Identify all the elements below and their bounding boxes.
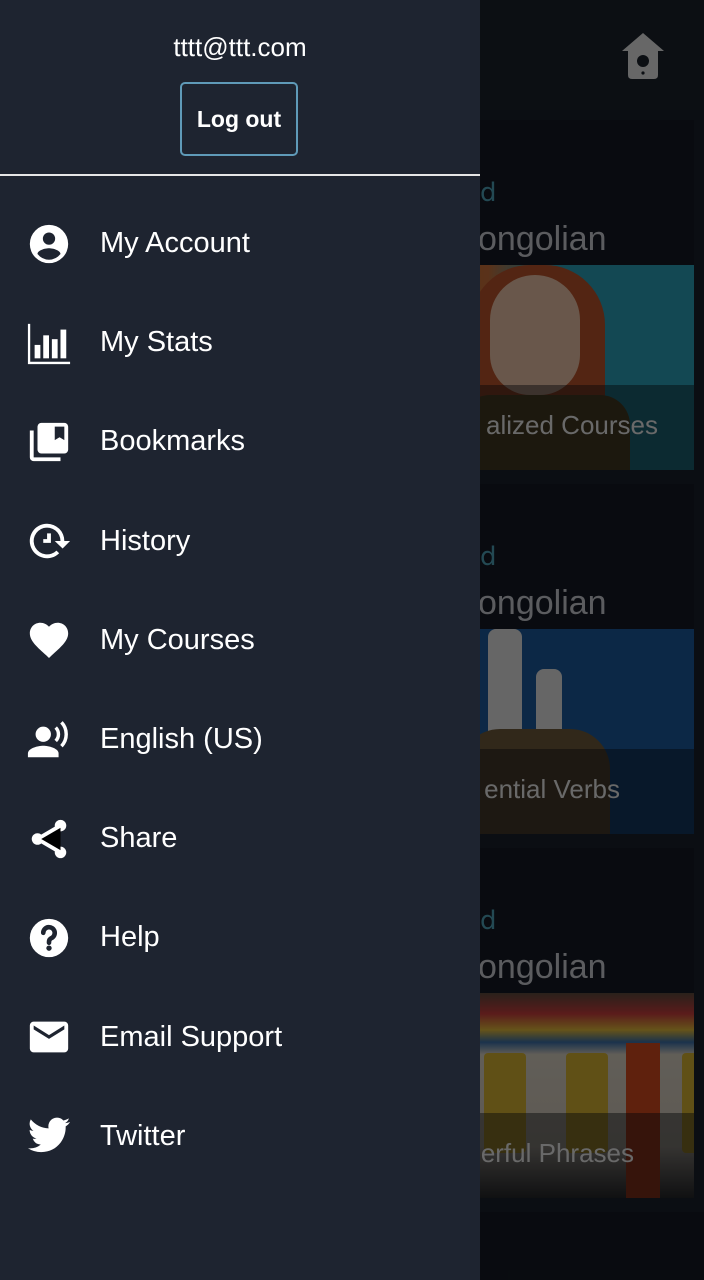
menu-item-label: My Stats <box>100 326 213 359</box>
heart-icon <box>26 617 72 663</box>
menu-item-share[interactable]: Share <box>0 789 480 888</box>
drawer-header: tttt@ttt.com Log out <box>0 0 480 174</box>
menu-item-label: Bookmarks <box>100 425 246 458</box>
logout-button[interactable]: Log out <box>180 82 298 156</box>
menu-item-label: History <box>100 524 191 557</box>
menu-item-my-courses[interactable]: My Courses <box>0 591 480 690</box>
share-icon <box>26 816 72 862</box>
menu-item-label: Twitter <box>100 1119 186 1152</box>
header-divider <box>0 174 480 176</box>
menu-item-label: My Courses <box>100 623 255 656</box>
email-icon <box>26 1014 72 1060</box>
twitter-icon <box>26 1113 72 1159</box>
history-icon <box>26 518 72 564</box>
voice-language-icon <box>26 717 72 763</box>
menu-item-label: Help <box>100 921 160 954</box>
menu-item-my-stats[interactable]: My Stats <box>0 293 480 392</box>
menu-item-label: Share <box>100 822 178 855</box>
navigation-drawer: tttt@ttt.com Log out My Account My Stats… <box>0 0 480 1280</box>
help-circle-icon <box>26 915 72 961</box>
menu-item-language[interactable]: English (US) <box>0 690 480 789</box>
user-email: tttt@ttt.com <box>173 32 307 62</box>
bar-chart-icon <box>26 320 72 366</box>
menu-item-label: Email Support <box>100 1020 283 1053</box>
menu-item-label: My Account <box>100 227 250 260</box>
menu-item-help[interactable]: Help <box>0 888 480 987</box>
menu-item-twitter[interactable]: Twitter <box>0 1087 480 1186</box>
menu-item-my-account[interactable]: My Account <box>0 194 480 293</box>
menu-item-email-support[interactable]: Email Support <box>0 988 480 1087</box>
bookmarks-icon <box>26 419 72 465</box>
menu-item-history[interactable]: History <box>0 492 480 591</box>
account-circle-icon <box>26 221 72 267</box>
menu-item-label: English (US) <box>100 723 263 756</box>
drawer-menu: My Account My Stats Bookmarks History My… <box>0 194 480 1186</box>
menu-item-bookmarks[interactable]: Bookmarks <box>0 392 480 491</box>
